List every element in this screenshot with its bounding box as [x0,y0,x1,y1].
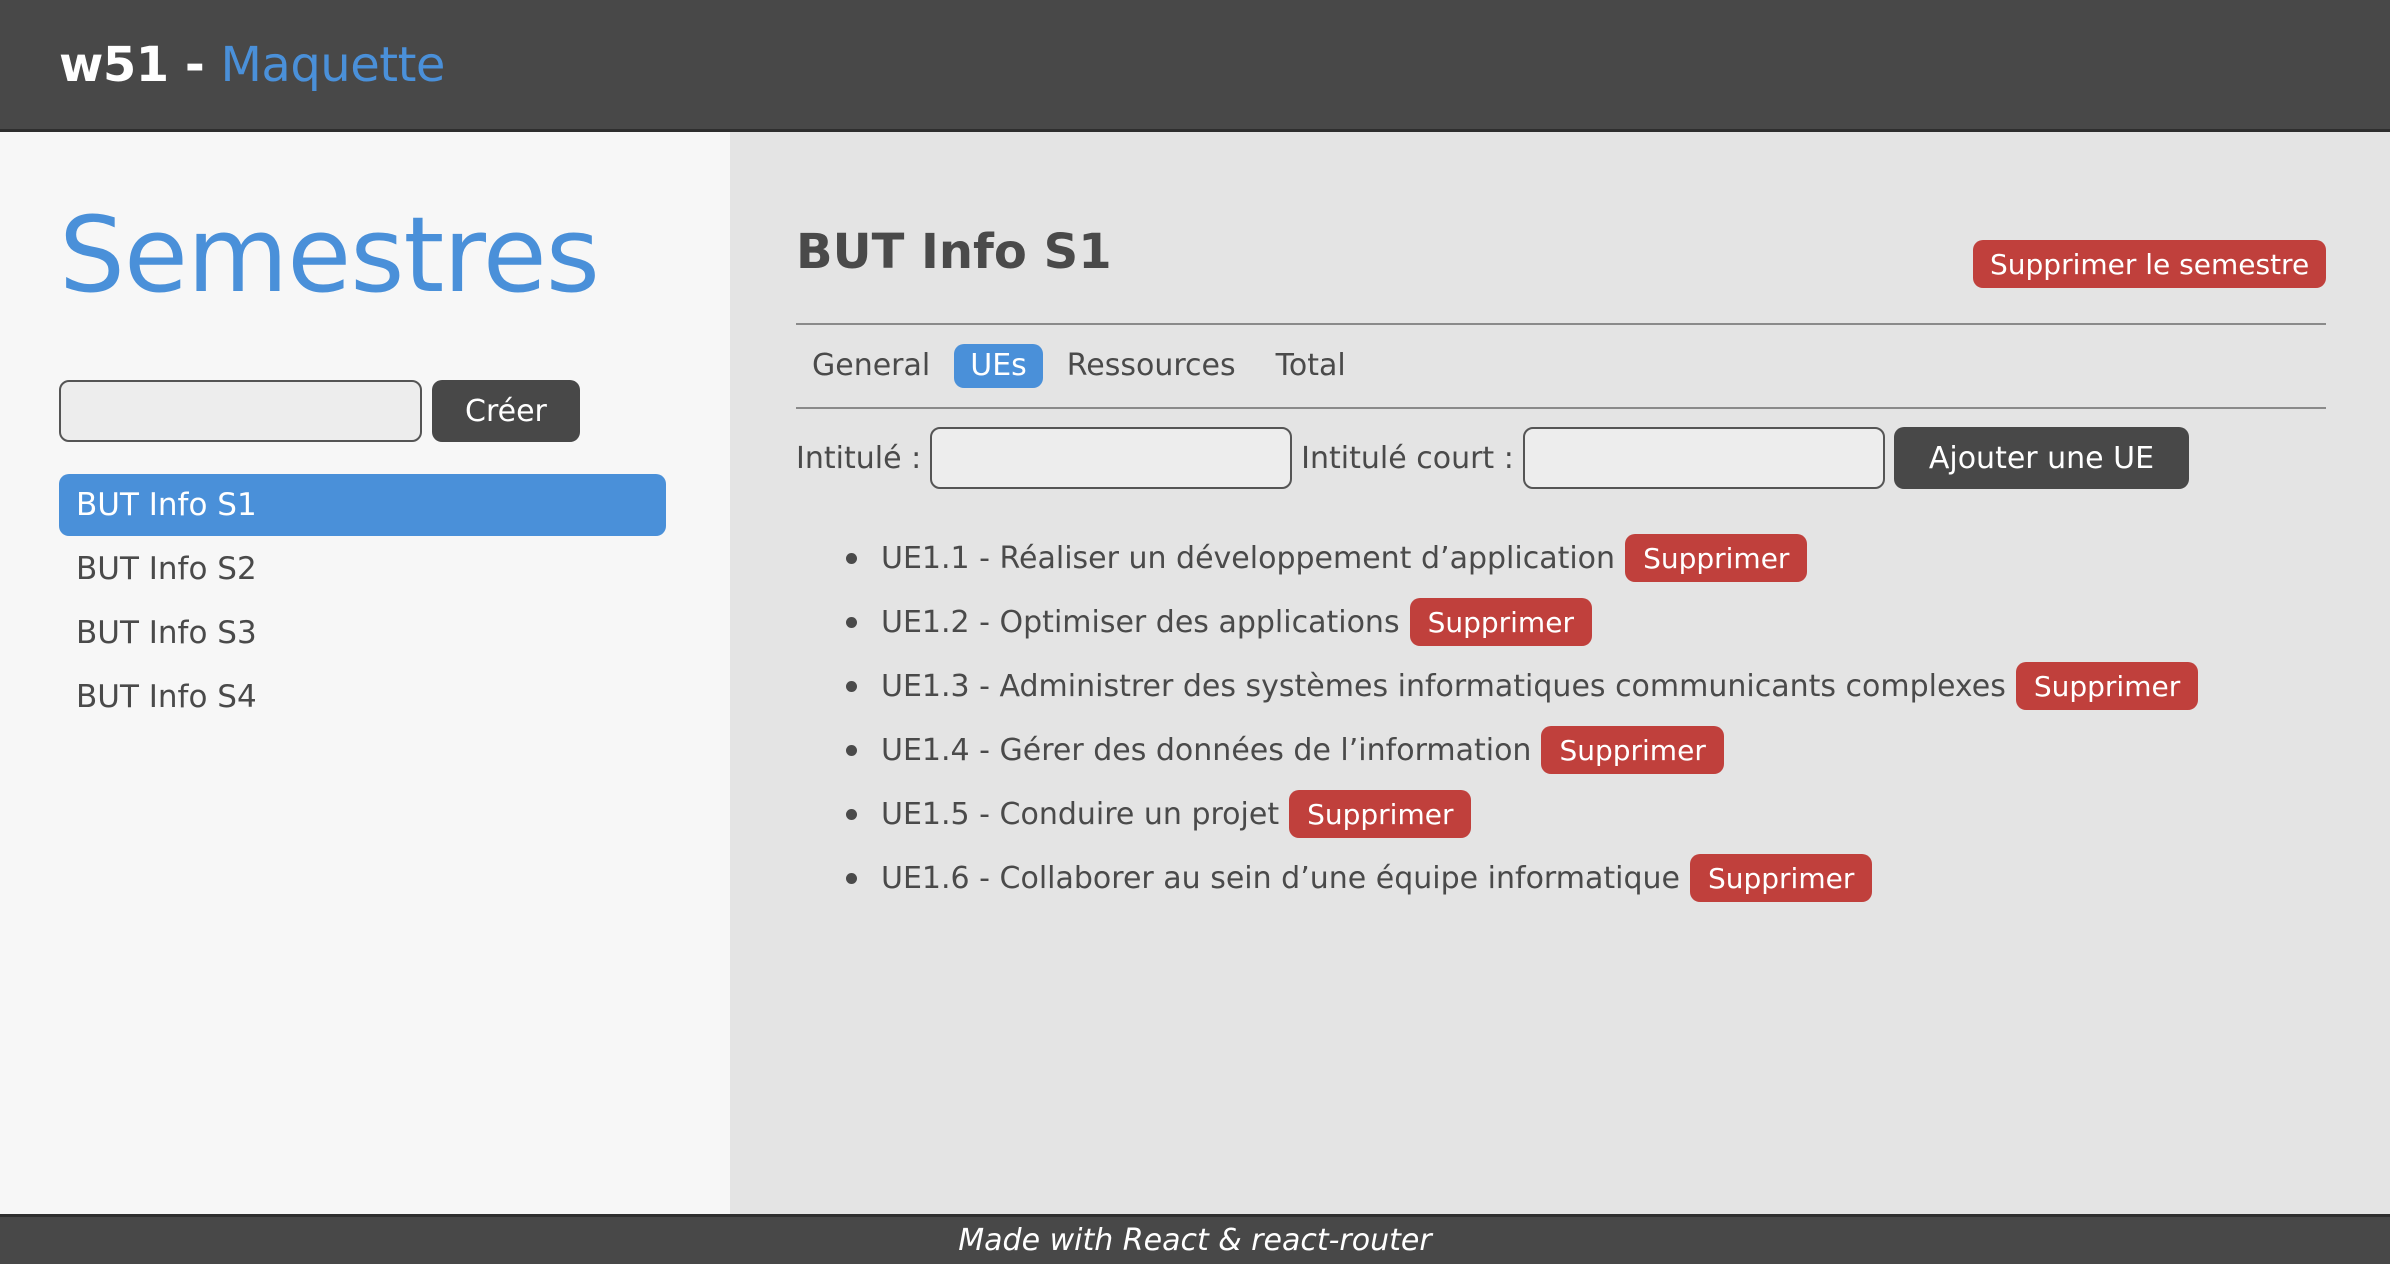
bullet-icon [846,808,857,820]
semester-item-s2[interactable]: BUT Info S2 [59,538,666,600]
create-semester-form: Créer [59,380,580,442]
divider [796,323,2326,325]
ue-label: UE1.2 - Optimiser des applications [881,604,1400,640]
delete-ue-button[interactable]: Supprimer [1625,534,1808,582]
semester-list: BUT Info S1 BUT Info S2 BUT Info S3 BUT … [59,474,666,730]
bullet-icon [846,872,857,884]
intitule-court-input[interactable] [1522,427,1885,489]
list-item: UE1.3 - Administrer des systèmes informa… [846,654,2199,718]
tab-ressources[interactable]: Ressources [1051,344,1252,388]
add-ue-button[interactable]: Ajouter une UE [1893,427,2190,489]
bullet-icon [846,552,857,564]
sidebar: Semestres Créer BUT Info S1 BUT Info S2 … [0,132,730,1214]
bullet-icon [846,744,857,756]
list-item: UE1.2 - Optimiser des applications Suppr… [846,590,2198,654]
main-panel: BUT Info S1 Supprimer le semestre Genera… [730,132,2390,1214]
semester-name-input[interactable] [59,380,422,442]
semester-title: BUT Info S1 [796,224,1112,280]
ue-label: UE1.6 - Collaborer au sein d’une équipe … [881,860,1680,896]
ue-label: UE1.4 - Gérer des données de l’informati… [881,732,1532,768]
semester-item-s1[interactable]: BUT Info S1 [59,474,666,536]
tab-ues[interactable]: UEs [954,344,1043,388]
delete-ue-button[interactable]: Supprimer [2015,662,2199,710]
bullet-icon [846,616,857,628]
ue-label: UE1.5 - Conduire un projet [881,796,1280,832]
footer: Made with React & react-router [0,1214,2390,1264]
tab-general[interactable]: General [796,344,946,388]
tab-total[interactable]: Total [1260,344,1362,388]
semester-item-s3[interactable]: BUT Info S3 [59,602,666,664]
delete-ue-button[interactable]: Supprimer [1541,726,1724,774]
delete-ue-button[interactable]: Supprimer [1689,854,1873,902]
list-item: UE1.6 - Collaborer au sein d’une équipe … [846,846,2198,910]
add-ue-form: Intitulé : Intitulé court : Ajouter une … [796,427,2190,489]
ue-label: UE1.3 - Administrer des systèmes informa… [881,668,2006,704]
footer-text: Made with React & react-router [958,1223,1432,1258]
list-item: UE1.5 - Conduire un projet Supprimer [846,782,2198,846]
semester-item-s4[interactable]: BUT Info S4 [59,666,666,728]
brand-separator: - [184,36,205,93]
intitule-label: Intitulé : [796,440,922,476]
delete-ue-button[interactable]: Supprimer [1289,790,1472,838]
intitule-input[interactable] [930,427,1293,489]
delete-ue-button[interactable]: Supprimer [1409,598,1592,646]
delete-semester-button[interactable]: Supprimer le semestre [1973,240,2327,288]
intitule-court-label: Intitulé court : [1301,440,1514,476]
ue-list: UE1.1 - Réaliser un développement d’appl… [846,526,2199,910]
sidebar-title: Semestres [59,194,600,316]
divider [796,407,2326,409]
tab-bar: General UEs Ressources Total [796,344,1362,388]
list-item: UE1.4 - Gérer des données de l’informati… [846,718,2198,782]
bullet-icon [846,680,857,692]
app-subtitle: Maquette [220,36,446,93]
app-brand[interactable]: w51 - Maquette [59,37,445,93]
ue-label: UE1.1 - Réaliser un développement d’appl… [881,540,1616,576]
create-semester-button[interactable]: Créer [432,380,580,442]
app-name: w51 [59,36,169,93]
top-bar: w51 - Maquette [0,0,2390,132]
list-item: UE1.1 - Réaliser un développement d’appl… [846,526,2198,590]
